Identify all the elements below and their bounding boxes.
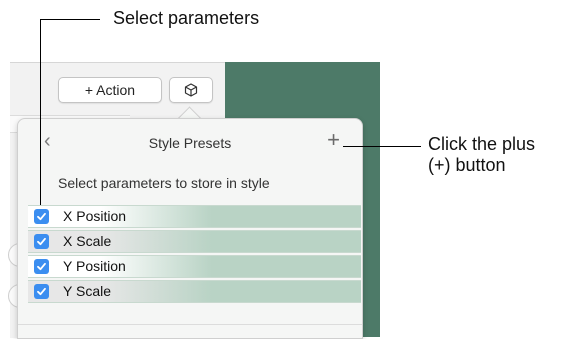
parameter-row-y-scale[interactable]: Y Scale (28, 280, 361, 303)
callout-line (40, 19, 100, 20)
callout-line (343, 146, 421, 147)
parameter-label: X Scale (63, 233, 112, 249)
callout-line-2: (+) button (428, 155, 506, 175)
callout-line (40, 19, 41, 205)
checkbox[interactable] (34, 234, 49, 249)
parameter-row-x-position[interactable]: X Position (28, 205, 361, 228)
checkmark-icon (37, 237, 46, 246)
callout-click-plus: Click the plus (+) button (428, 134, 535, 176)
parameter-label: Y Scale (63, 283, 111, 299)
parameter-label: Y Position (63, 258, 126, 274)
checkbox[interactable] (34, 284, 49, 299)
cube-icon (184, 83, 198, 97)
style-presets-button[interactable] (169, 77, 213, 103)
parameter-label: X Position (63, 208, 127, 224)
popover-divider (18, 324, 362, 325)
popover-subtitle: Select parameters to store in style (58, 175, 270, 191)
checkmark-icon (37, 287, 46, 296)
popover-title: Style Presets (148, 135, 232, 151)
popover-header: ‹ Style Presets + (18, 119, 362, 163)
style-presets-popover: ‹ Style Presets + Select parameters to s… (17, 118, 363, 339)
parameter-row-y-position[interactable]: Y Position (28, 255, 361, 278)
callout-line-1: Click the plus (428, 134, 536, 154)
plus-icon[interactable]: + (327, 129, 340, 151)
checkbox[interactable] (34, 259, 49, 274)
checkbox[interactable] (34, 209, 49, 224)
add-action-button[interactable]: + Action (58, 77, 162, 103)
parameter-row-x-scale[interactable]: X Scale (28, 230, 361, 253)
checkmark-icon (37, 262, 46, 271)
checkmark-icon (37, 212, 46, 221)
callout-select-parameters: Select parameters (113, 8, 260, 28)
